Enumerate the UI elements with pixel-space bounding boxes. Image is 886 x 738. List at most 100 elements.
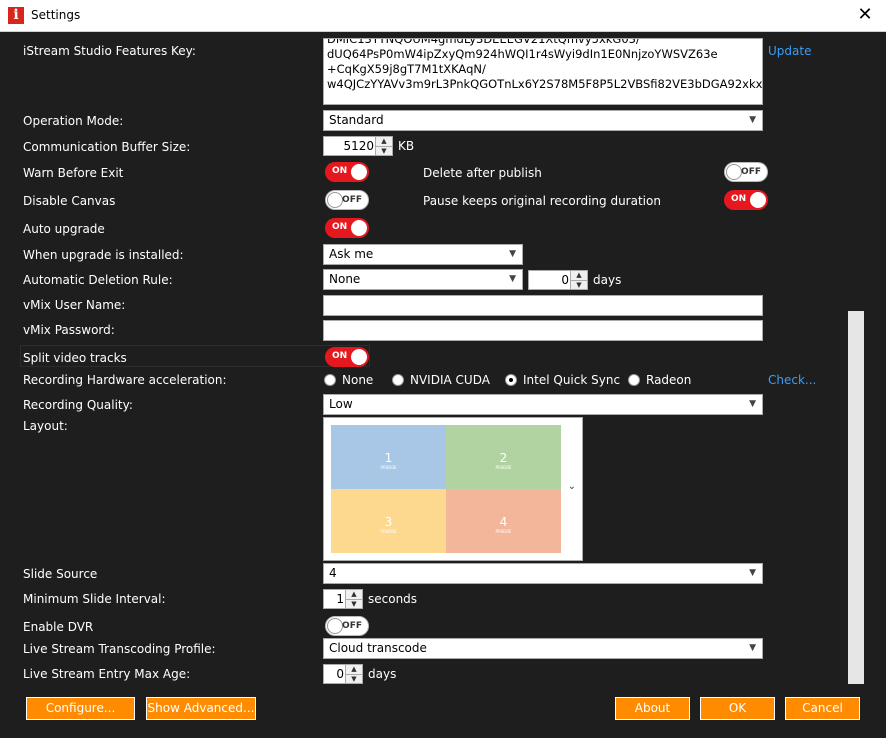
buffer-size-stepper[interactable]: 5120 ▲ ▼ — [323, 136, 393, 156]
recording-quality-label: Recording Quality: — [23, 398, 133, 412]
buffer-unit: KB — [398, 139, 415, 153]
ok-button[interactable]: OK — [700, 697, 775, 720]
min-slide-interval-stepper[interactable]: 1 ▲ ▼ — [323, 589, 363, 609]
auto-upgrade-label: Auto upgrade — [23, 222, 105, 236]
show-advanced-button[interactable]: Show Advanced... — [146, 697, 256, 720]
chevron-down-icon: ▼ — [749, 115, 756, 125]
toggle-state: ON — [731, 194, 747, 204]
transcode-profile-label: Live Stream Transcoding Profile: — [23, 642, 216, 656]
operation-mode-label: Operation Mode: — [23, 114, 124, 128]
toggle-state: ON — [332, 166, 348, 176]
layout-cell-1: 1 PR0D0E — [331, 425, 446, 489]
vmix-password-input[interactable] — [323, 320, 763, 341]
stepper-arrows[interactable]: ▲ ▼ — [345, 590, 362, 608]
enable-dvr-label: Enable DVR — [23, 620, 94, 634]
about-button[interactable]: About — [615, 697, 690, 720]
down-arrow-icon[interactable]: ▼ — [346, 599, 362, 609]
toggle-state: OFF — [342, 195, 362, 205]
vmix-user-input[interactable] — [323, 295, 763, 316]
warn-before-exit-toggle[interactable]: ON — [325, 162, 369, 182]
check-link[interactable]: Check... — [768, 373, 816, 387]
up-arrow-icon[interactable]: ▲ — [346, 665, 362, 674]
hw-none-radio[interactable] — [324, 374, 336, 386]
layout-cell-caption: PR0D0E — [495, 465, 512, 470]
hw-radeon-label: Radeon — [646, 373, 692, 387]
disable-canvas-label: Disable Canvas — [23, 194, 116, 208]
close-icon[interactable]: ✕ — [854, 4, 876, 25]
vmix-password-label: vMix Password: — [23, 323, 115, 337]
features-key-label: iStream Studio Features Key: — [23, 44, 196, 58]
when-upgrade-select[interactable]: Ask me ▼ — [323, 244, 523, 265]
transcode-profile-select[interactable]: Cloud transcode ▼ — [323, 638, 763, 659]
window-title: Settings — [31, 8, 81, 22]
pause-keeps-duration-toggle[interactable]: ON — [724, 190, 768, 210]
layout-cell-number: 2 — [499, 451, 508, 465]
toggle-state: ON — [332, 351, 348, 361]
configure-button[interactable]: Configure... — [26, 697, 135, 720]
deletion-days-unit: days — [593, 273, 622, 287]
hw-intel-radio[interactable] — [505, 374, 517, 386]
hw-none-label: None — [342, 373, 374, 387]
layout-cell-number: 3 — [384, 515, 393, 529]
transcode-profile-value: Cloud transcode — [329, 641, 427, 655]
features-key-line: w4QJCzYYAVv3m9rL3PnkQGOTnLx6Y2S78M5F8P5L… — [327, 77, 763, 91]
toggle-state: ON — [332, 222, 348, 232]
layout-cell-4: 4 PR0D0E — [446, 489, 561, 553]
enable-dvr-toggle[interactable]: OFF — [325, 616, 369, 636]
chevron-down-icon: ▼ — [509, 274, 516, 284]
min-slide-interval-value: 1 — [336, 592, 344, 606]
split-tracks-label: Split video tracks — [23, 351, 127, 365]
deletion-days-stepper[interactable]: 0 ▲ ▼ — [528, 270, 588, 290]
up-arrow-icon[interactable]: ▲ — [346, 590, 362, 599]
buffer-size-value: 5120 — [343, 139, 374, 153]
entry-max-age-stepper[interactable]: 0 ▲ ▼ — [323, 664, 363, 684]
features-key-line: dUQ64PsP0mW4ipZxyQm924hWQI1r4sWyi9dIn1E0… — [327, 47, 718, 61]
operation-mode-value: Standard — [329, 113, 384, 127]
min-slide-interval-label: Minimum Slide Interval: — [23, 592, 166, 606]
hw-radeon-radio[interactable] — [628, 374, 640, 386]
slide-source-label: Slide Source — [23, 567, 98, 581]
hw-nvidia-radio[interactable] — [392, 374, 404, 386]
layout-cell-3: 3 PR0D0E — [331, 489, 446, 553]
recording-quality-select[interactable]: Low ▼ — [323, 394, 763, 415]
up-arrow-icon[interactable]: ▲ — [571, 271, 587, 280]
disable-canvas-toggle[interactable]: OFF — [325, 190, 369, 210]
stepper-arrows[interactable]: ▲ ▼ — [375, 137, 392, 155]
down-arrow-icon[interactable]: ▼ — [346, 674, 362, 684]
min-slide-interval-unit: seconds — [368, 592, 418, 606]
features-key-field[interactable]: DMIC13TTNQOUM4gmdLy3DEEEGV21XtQmvy5xkG03… — [323, 38, 763, 105]
split-tracks-toggle[interactable]: ON — [325, 347, 369, 367]
entry-max-age-label: Live Stream Entry Max Age: — [23, 667, 191, 681]
up-arrow-icon[interactable]: ▲ — [376, 137, 392, 146]
features-key-line: DMIC13TTNQOUM4gmdLy3DEEEGV21XtQmvy5xkG03… — [327, 38, 640, 46]
stepper-arrows[interactable]: ▲ ▼ — [570, 271, 587, 289]
layout-cell-caption: PR0D0E — [380, 529, 397, 534]
chevron-down-icon: ▼ — [749, 643, 756, 653]
title-bar: i Settings ✕ — [0, 0, 886, 32]
entry-max-age-unit: days — [368, 667, 397, 681]
slide-source-select[interactable]: 4 ▼ — [323, 563, 763, 584]
auto-deletion-label: Automatic Deletion Rule: — [23, 273, 173, 287]
auto-upgrade-toggle[interactable]: ON — [325, 218, 369, 238]
hw-intel-label: Intel Quick Sync — [523, 373, 621, 387]
stepper-arrows[interactable]: ▲ ▼ — [345, 665, 362, 683]
layout-cell-2: 2 PR0D0E — [446, 425, 561, 489]
slide-source-value: 4 — [329, 566, 337, 580]
delete-after-publish-toggle[interactable]: OFF — [724, 162, 768, 182]
update-link[interactable]: Update — [768, 44, 811, 58]
auto-deletion-select[interactable]: None ▼ — [323, 269, 523, 290]
down-arrow-icon[interactable]: ▼ — [571, 280, 587, 290]
layout-cell-caption: PR0D0E — [380, 465, 397, 470]
layout-cell-number: 4 — [499, 515, 508, 529]
layout-picker[interactable]: 1 PR0D0E 2 PR0D0E 3 PR0D0E 4 PR0D0E ⌄ — [323, 417, 583, 561]
warn-before-exit-label: Warn Before Exit — [23, 166, 124, 180]
operation-mode-select[interactable]: Standard ▼ — [323, 110, 763, 131]
down-arrow-icon[interactable]: ▼ — [376, 146, 392, 156]
scrollbar-thumb[interactable] — [848, 311, 864, 684]
settings-panel: iStream Studio Features Key: DMIC13TTNQO… — [0, 32, 848, 686]
cancel-button[interactable]: Cancel — [785, 697, 860, 720]
chevron-down-icon[interactable]: ⌄ — [568, 481, 576, 492]
pause-keeps-duration-label: Pause keeps original recording duration — [423, 194, 661, 208]
layout-cell-number: 1 — [384, 451, 393, 465]
recording-quality-value: Low — [329, 397, 353, 411]
